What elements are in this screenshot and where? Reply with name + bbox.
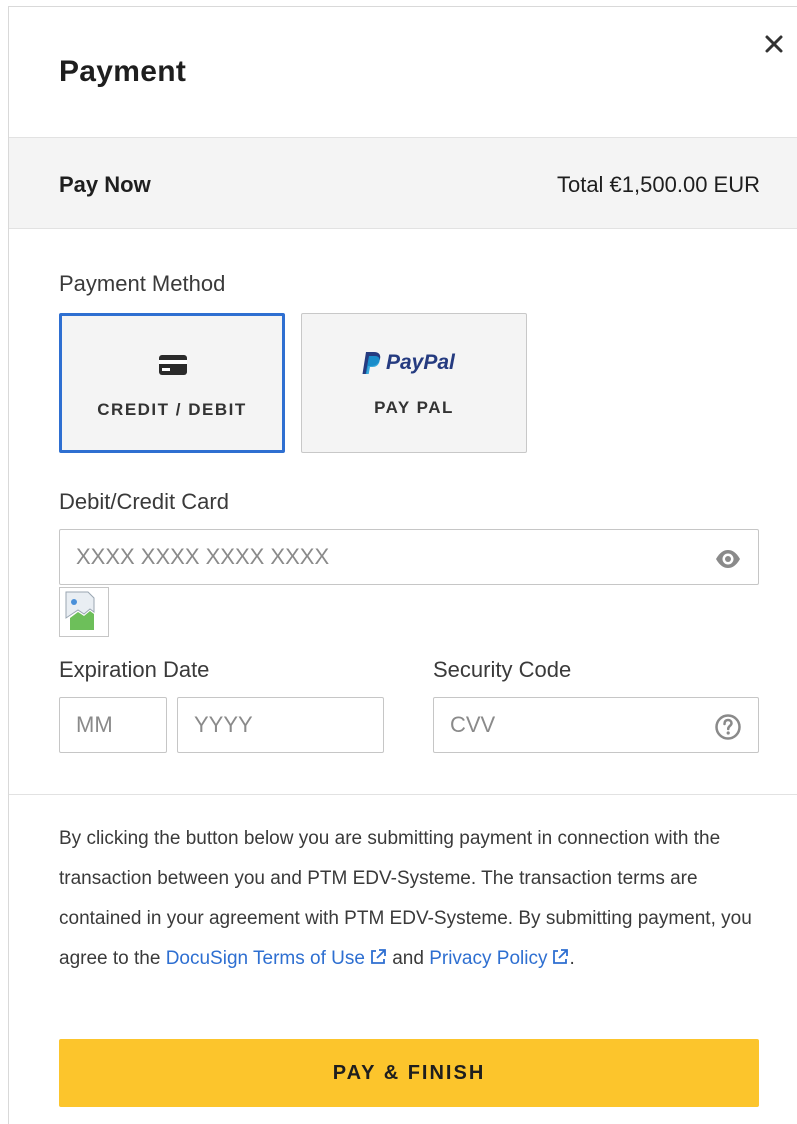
exp-year-input[interactable] xyxy=(178,698,383,752)
terms-of-use-link-text: DocuSign Terms of Use xyxy=(165,948,365,969)
modal-title: Payment xyxy=(59,55,187,88)
exp-year-wrapper xyxy=(177,697,384,753)
exp-month-input[interactable] xyxy=(60,698,166,752)
external-link-icon xyxy=(553,949,569,964)
credit-debit-button[interactable]: CREDIT / DEBIT xyxy=(59,313,285,453)
card-brand-image xyxy=(59,587,109,637)
pay-and-finish-button[interactable]: PAY & FINISH xyxy=(59,1039,759,1107)
eye-icon[interactable] xyxy=(714,545,742,573)
external-link-icon xyxy=(371,949,386,964)
pay-now-band: Pay Now Total €1,500.00 EUR xyxy=(9,137,797,229)
legal-notice: By clicking the button below you are sub… xyxy=(59,819,769,979)
privacy-policy-link[interactable]: Privacy Policy xyxy=(429,948,569,969)
security-code-label: Security Code xyxy=(433,657,572,682)
card-number-input[interactable] xyxy=(60,530,758,584)
total-amount: Total €1,500.00 EUR xyxy=(556,172,760,197)
terms-of-use-link[interactable]: DocuSign Terms of Use xyxy=(166,948,387,969)
expiration-date-label: Expiration Date xyxy=(59,657,210,682)
legal-period: . xyxy=(569,948,575,969)
question-icon[interactable] xyxy=(714,713,742,741)
payment-modal: Payment Pay Now Total €1,500.00 EUR Paym… xyxy=(8,6,797,1124)
cvv-wrapper xyxy=(433,697,759,753)
exp-month-wrapper xyxy=(59,697,167,753)
legal-connector: and xyxy=(386,948,430,969)
close-icon xyxy=(765,35,783,53)
paypal-icon xyxy=(362,352,381,374)
close-button[interactable] xyxy=(759,29,789,59)
pay-and-finish-label: PAY & FINISH xyxy=(332,1061,486,1084)
paypal-button[interactable]: PayPal PAY PAL xyxy=(301,313,527,453)
paypal-label: PAY PAL xyxy=(374,398,454,417)
payment-method-label: Payment Method xyxy=(59,271,226,296)
cvv-input[interactable] xyxy=(434,698,758,752)
credit-card-icon xyxy=(159,355,187,375)
broken-image-icon xyxy=(65,591,95,630)
card-number-label: Debit/Credit Card xyxy=(59,489,229,514)
section-divider xyxy=(9,794,797,795)
paypal-logo-text: PayPal xyxy=(386,351,455,374)
paypal-logo: PayPal xyxy=(362,350,455,376)
card-number-field-wrapper xyxy=(59,529,759,585)
privacy-policy-link-text: Privacy Policy xyxy=(429,948,548,969)
credit-debit-label: CREDIT / DEBIT xyxy=(97,400,247,419)
pay-now-label: Pay Now xyxy=(59,172,151,197)
